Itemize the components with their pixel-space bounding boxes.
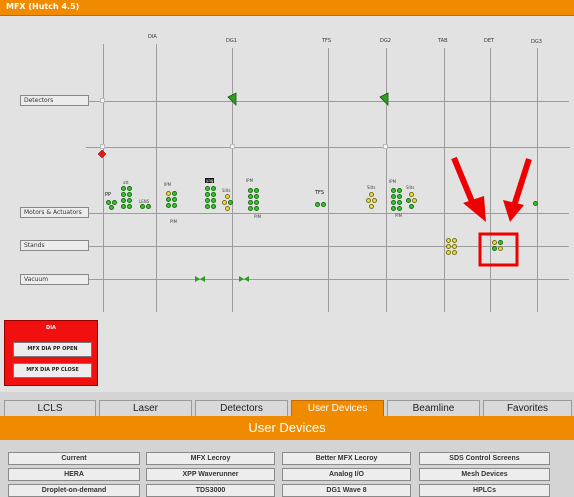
detector-triangle-icon: [379, 92, 389, 106]
device-button-xpp-waverunner[interactable]: XPP Waverunner: [146, 468, 275, 481]
device-button-tds3000[interactable]: TDS3000: [146, 484, 275, 497]
device-button-analog-io[interactable]: Analog I/O: [282, 468, 411, 481]
alarm-diamond-icon: [97, 149, 107, 159]
device-button-mfx-lecroy[interactable]: MFX Lecroy: [146, 452, 275, 465]
section-banner: User Devices: [0, 416, 574, 440]
device-button-current[interactable]: Current: [8, 452, 140, 465]
tab-detectors[interactable]: Detectors: [195, 400, 288, 416]
tab-bar: LCLS Laser Detectors User Devices Beamli…: [0, 400, 574, 416]
valve-icon: [244, 276, 249, 282]
red-arrow-icon: [463, 196, 486, 222]
valve-icon: [239, 276, 244, 282]
device-button-hplcs[interactable]: HPLCs: [419, 484, 550, 497]
device-button-droplet-on-demand[interactable]: Droplet-on-demand: [8, 484, 140, 497]
pp-close-button[interactable]: MFX DIA PP CLOSE: [13, 363, 92, 378]
valve-icon: [200, 276, 205, 282]
dia-pp-control-panel: DIA MFX DIA PP OPEN MFX DIA PP CLOSE: [4, 320, 98, 386]
device-button-better-mfx-lecroy[interactable]: Better MFX Lecroy: [282, 452, 411, 465]
tab-laser[interactable]: Laser: [99, 400, 192, 416]
tab-favorites[interactable]: Favorites: [483, 400, 572, 416]
panel-title: DIA: [46, 325, 56, 331]
device-button-hera[interactable]: HERA: [8, 468, 140, 481]
detector-triangle-icon: [227, 92, 237, 106]
highlight-box: [478, 232, 519, 267]
device-button-mesh-devices[interactable]: Mesh Devices: [419, 468, 550, 481]
tab-beamline[interactable]: Beamline: [387, 400, 480, 416]
section-title: User Devices: [248, 420, 326, 435]
window-title: MFX (Hutch 4.5): [6, 2, 80, 11]
red-arrow-shaft: [511, 158, 532, 207]
red-arrow-shaft: [451, 156, 476, 206]
device-button-sds-control-screens[interactable]: SDS Control Screens: [419, 452, 550, 465]
tab-lcls[interactable]: LCLS: [4, 400, 96, 416]
tab-user-devices[interactable]: User Devices: [291, 400, 384, 416]
valve-icon: [195, 276, 200, 282]
red-arrow-icon: [503, 200, 524, 222]
window-title-bar: MFX (Hutch 4.5): [0, 0, 574, 16]
pp-open-button[interactable]: MFX DIA PP OPEN: [13, 342, 92, 357]
device-button-dg1-wave8[interactable]: DG1 Wave 8: [282, 484, 411, 497]
